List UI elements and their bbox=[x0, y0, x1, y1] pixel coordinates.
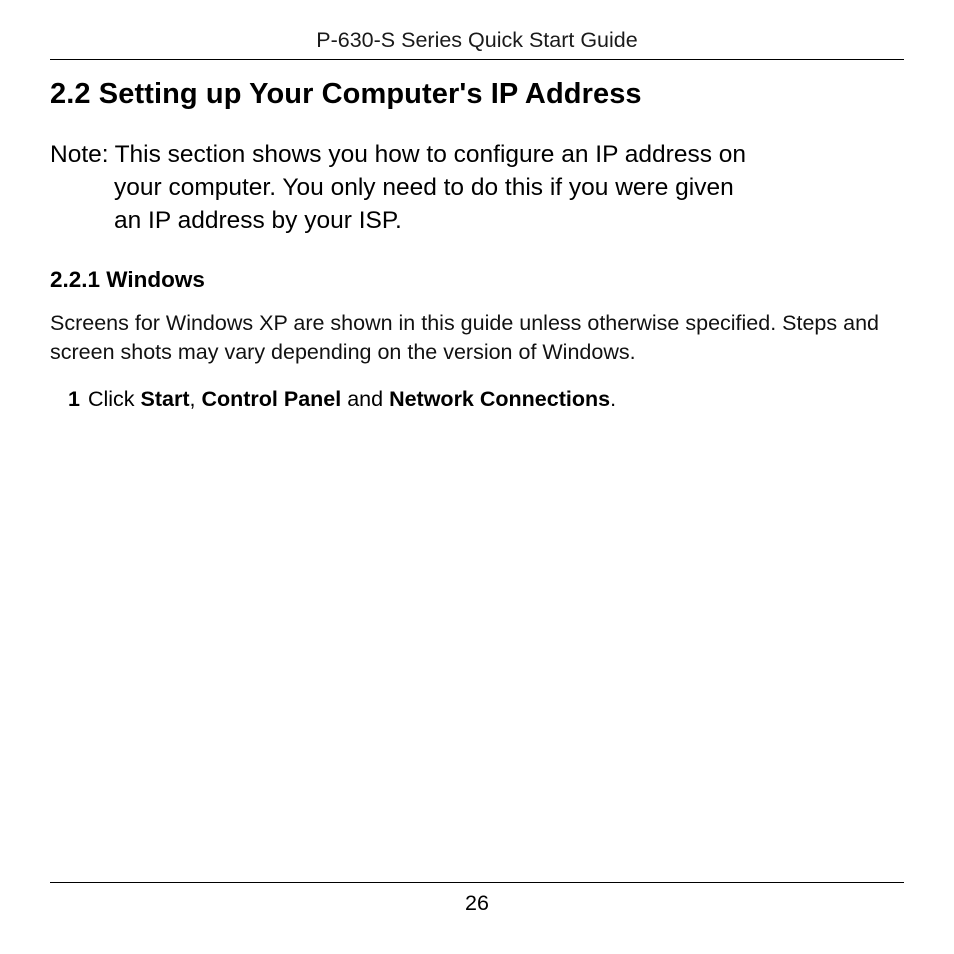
note-block: Note: This section shows you how to conf… bbox=[50, 139, 904, 237]
header-rule bbox=[50, 59, 904, 60]
step-text: Click Start, Control Panel and Network C… bbox=[88, 385, 616, 414]
page-number: 26 bbox=[50, 891, 904, 916]
note-line-2: your computer. You only need to do this … bbox=[50, 172, 904, 205]
note-line-3: an IP address by your ISP. bbox=[50, 205, 904, 238]
subsection-heading: 2.2.1 Windows bbox=[50, 267, 904, 293]
step-text-frag: Click bbox=[88, 387, 141, 411]
step-text-frag: , bbox=[190, 387, 202, 411]
step-text-frag: . bbox=[610, 387, 616, 411]
section-heading: 2.2 Setting up Your Computer's IP Addres… bbox=[50, 78, 904, 111]
document-page: P-630-S Series Quick Start Guide 2.2 Set… bbox=[0, 0, 954, 954]
step-bold-control-panel: Control Panel bbox=[201, 387, 341, 411]
step-text-frag: and bbox=[341, 387, 389, 411]
step-number: 1 bbox=[68, 385, 88, 414]
note-label: Note: bbox=[50, 139, 115, 172]
page-footer: 26 bbox=[50, 882, 904, 916]
note-line-1: This section shows you how to configure … bbox=[115, 139, 904, 172]
subsection-paragraph: Screens for Windows XP are shown in this… bbox=[50, 309, 904, 367]
footer-rule bbox=[50, 882, 904, 883]
step-1: 1 Click Start, Control Panel and Network… bbox=[68, 385, 904, 414]
step-bold-start: Start bbox=[141, 387, 190, 411]
step-bold-network-connections: Network Connections bbox=[389, 387, 610, 411]
running-header: P-630-S Series Quick Start Guide bbox=[50, 28, 904, 53]
